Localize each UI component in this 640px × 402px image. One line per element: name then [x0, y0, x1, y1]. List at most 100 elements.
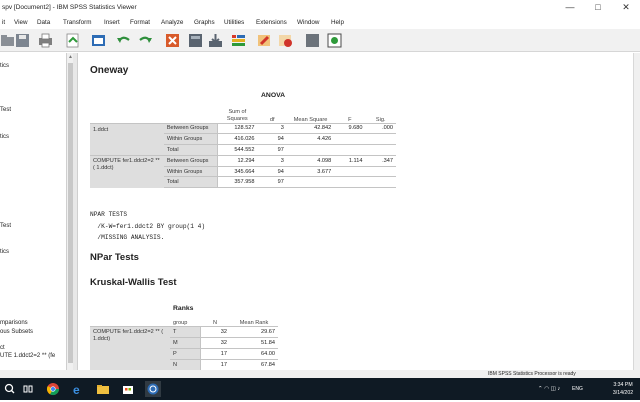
cell-value: 416.026 [216, 133, 258, 145]
minimize-button[interactable]: — [560, 0, 580, 16]
output-icon[interactable] [230, 32, 247, 49]
cell-value: 544.552 [216, 144, 258, 156]
file-explorer-icon[interactable] [95, 381, 111, 397]
cell-value: 97 [257, 144, 287, 156]
cell-value: 3.677 [286, 165, 335, 177]
group-label: P [170, 347, 200, 360]
cell-value: 3 [257, 122, 287, 134]
nav-item[interactable]: tics [0, 134, 9, 140]
title-bar: spv [Document2] - IBM SPSS Statistics Vi… [0, 0, 640, 16]
col-header: Sig. [375, 116, 386, 123]
menu-edit[interactable]: it [2, 16, 5, 29]
menu-utilities[interactable]: Utilities [224, 16, 244, 29]
group-label: M [170, 337, 200, 349]
menu-view[interactable]: View [14, 16, 28, 29]
run-icon[interactable] [326, 32, 343, 49]
chrome-icon[interactable] [45, 381, 61, 397]
menu-help[interactable]: Help [331, 16, 344, 29]
syntax-line: NPAR TESTS [90, 211, 128, 218]
nav-item[interactable]: ous Subsets [0, 329, 33, 335]
taskbar: e ⌃ ◠ ◫ ♪ ENG 3:34 PM 3/14/202 [0, 378, 640, 400]
nav-item[interactable]: ct [0, 345, 5, 351]
cell-value: 97 [257, 176, 287, 189]
cell-value [334, 144, 366, 156]
goto-variable-icon[interactable] [187, 32, 204, 49]
cell-value: 94 [257, 165, 287, 177]
designate-window-icon[interactable] [256, 32, 273, 49]
tray-icons[interactable]: ⌃ ◠ ◫ ♪ [538, 378, 560, 400]
task-view-icon[interactable] [20, 381, 36, 397]
goto-case-icon[interactable] [164, 32, 181, 49]
output-scrollbar[interactable] [633, 53, 640, 377]
nav-item[interactable]: Test [0, 107, 11, 113]
cell-value [365, 144, 396, 156]
anova-table[interactable]: Sum of Squares df Mean Square F Sig. 1.d… [90, 103, 396, 189]
window-title: spv [Document2] - IBM SPSS Statistics Vi… [2, 4, 137, 11]
menu-format[interactable]: Format [130, 16, 150, 29]
cell-value: 94 [257, 133, 287, 145]
ranks-title: Ranks [173, 305, 194, 312]
group-label: T [170, 326, 200, 338]
output-document: Oneway ANOVA Sum of Squares df Mean Squa… [78, 53, 640, 377]
syntax-log: NPAR TESTS /K-W=fer1.ddct2 BY group(1 4)… [90, 209, 205, 244]
source-label: Within Groups [163, 165, 218, 177]
cell-value: 32 [199, 326, 230, 338]
ranks-table[interactable]: group N Mean Rank COMPUTE fer1.ddct2=2 *… [90, 316, 278, 370]
col-header: F [348, 116, 352, 123]
nav-item[interactable]: Test [0, 223, 11, 229]
cell-value: 4.426 [286, 133, 335, 145]
navigator-scrollbar[interactable]: ▲ [66, 53, 73, 377]
menu-extensions[interactable]: Extensions [256, 16, 287, 29]
menu-data[interactable]: Data [37, 16, 50, 29]
edge-icon[interactable]: e [70, 381, 86, 397]
cell-value [365, 176, 396, 189]
col-header: Sum of Squares [226, 108, 248, 122]
cell-value: 3 [257, 154, 287, 167]
clock[interactable]: 3:34 PM 3/14/202 [606, 381, 640, 397]
cell-value [365, 133, 396, 145]
cell-value: 32 [199, 337, 230, 349]
source-label: Total [163, 176, 218, 189]
col-header: df [269, 116, 275, 123]
npar-heading: NPar Tests [90, 252, 139, 263]
nav-item-selected[interactable]: UTE 1.ddct2=2 ** (fe [0, 353, 55, 359]
store-icon[interactable] [120, 381, 136, 397]
cell-value: 9.680 [334, 122, 366, 134]
previous-icon[interactable] [304, 32, 321, 49]
maximize-button[interactable]: □ [588, 0, 608, 16]
menu-window[interactable]: Window [297, 16, 319, 29]
redo-icon[interactable] [137, 32, 154, 49]
recall-dialog-icon[interactable] [90, 32, 107, 49]
menu-analyze[interactable]: Analyze [161, 16, 183, 29]
cell-value: 1.114 [334, 154, 366, 167]
nav-item[interactable]: tics [0, 249, 9, 255]
row-group-label: 1.ddct [90, 122, 164, 156]
cell-value [286, 144, 335, 156]
cell-value: .347 [365, 154, 396, 167]
cell-value: 67.84 [230, 358, 278, 370]
export-icon[interactable] [64, 32, 81, 49]
col-header: group [173, 320, 188, 327]
cell-value [334, 133, 366, 145]
cell-value: 128.527 [216, 122, 258, 134]
save-icon[interactable] [14, 32, 31, 49]
cell-value [334, 165, 366, 177]
group-label: N [170, 358, 200, 370]
cell-value: 17 [199, 347, 230, 360]
spss-icon[interactable] [145, 381, 161, 397]
search-icon[interactable] [2, 381, 18, 397]
anova-title: ANOVA [261, 92, 286, 99]
nav-item[interactable]: mparisons [0, 320, 28, 326]
print-icon[interactable] [37, 32, 54, 49]
close-button[interactable]: ✕ [616, 0, 636, 16]
svg-text:e: e [73, 383, 80, 397]
nav-item[interactable]: tics [0, 63, 9, 69]
menu-graphs[interactable]: Graphs [194, 16, 215, 29]
undo-icon[interactable] [115, 32, 132, 49]
menu-insert[interactable]: Insert [104, 16, 120, 29]
variables-icon[interactable] [207, 32, 224, 49]
language-indicator[interactable]: ENG [572, 378, 583, 400]
menu-bar: it View Data Transform Insert Format Ana… [0, 16, 640, 29]
insert-syntax-icon[interactable] [277, 32, 294, 49]
menu-transform[interactable]: Transform [63, 16, 91, 29]
